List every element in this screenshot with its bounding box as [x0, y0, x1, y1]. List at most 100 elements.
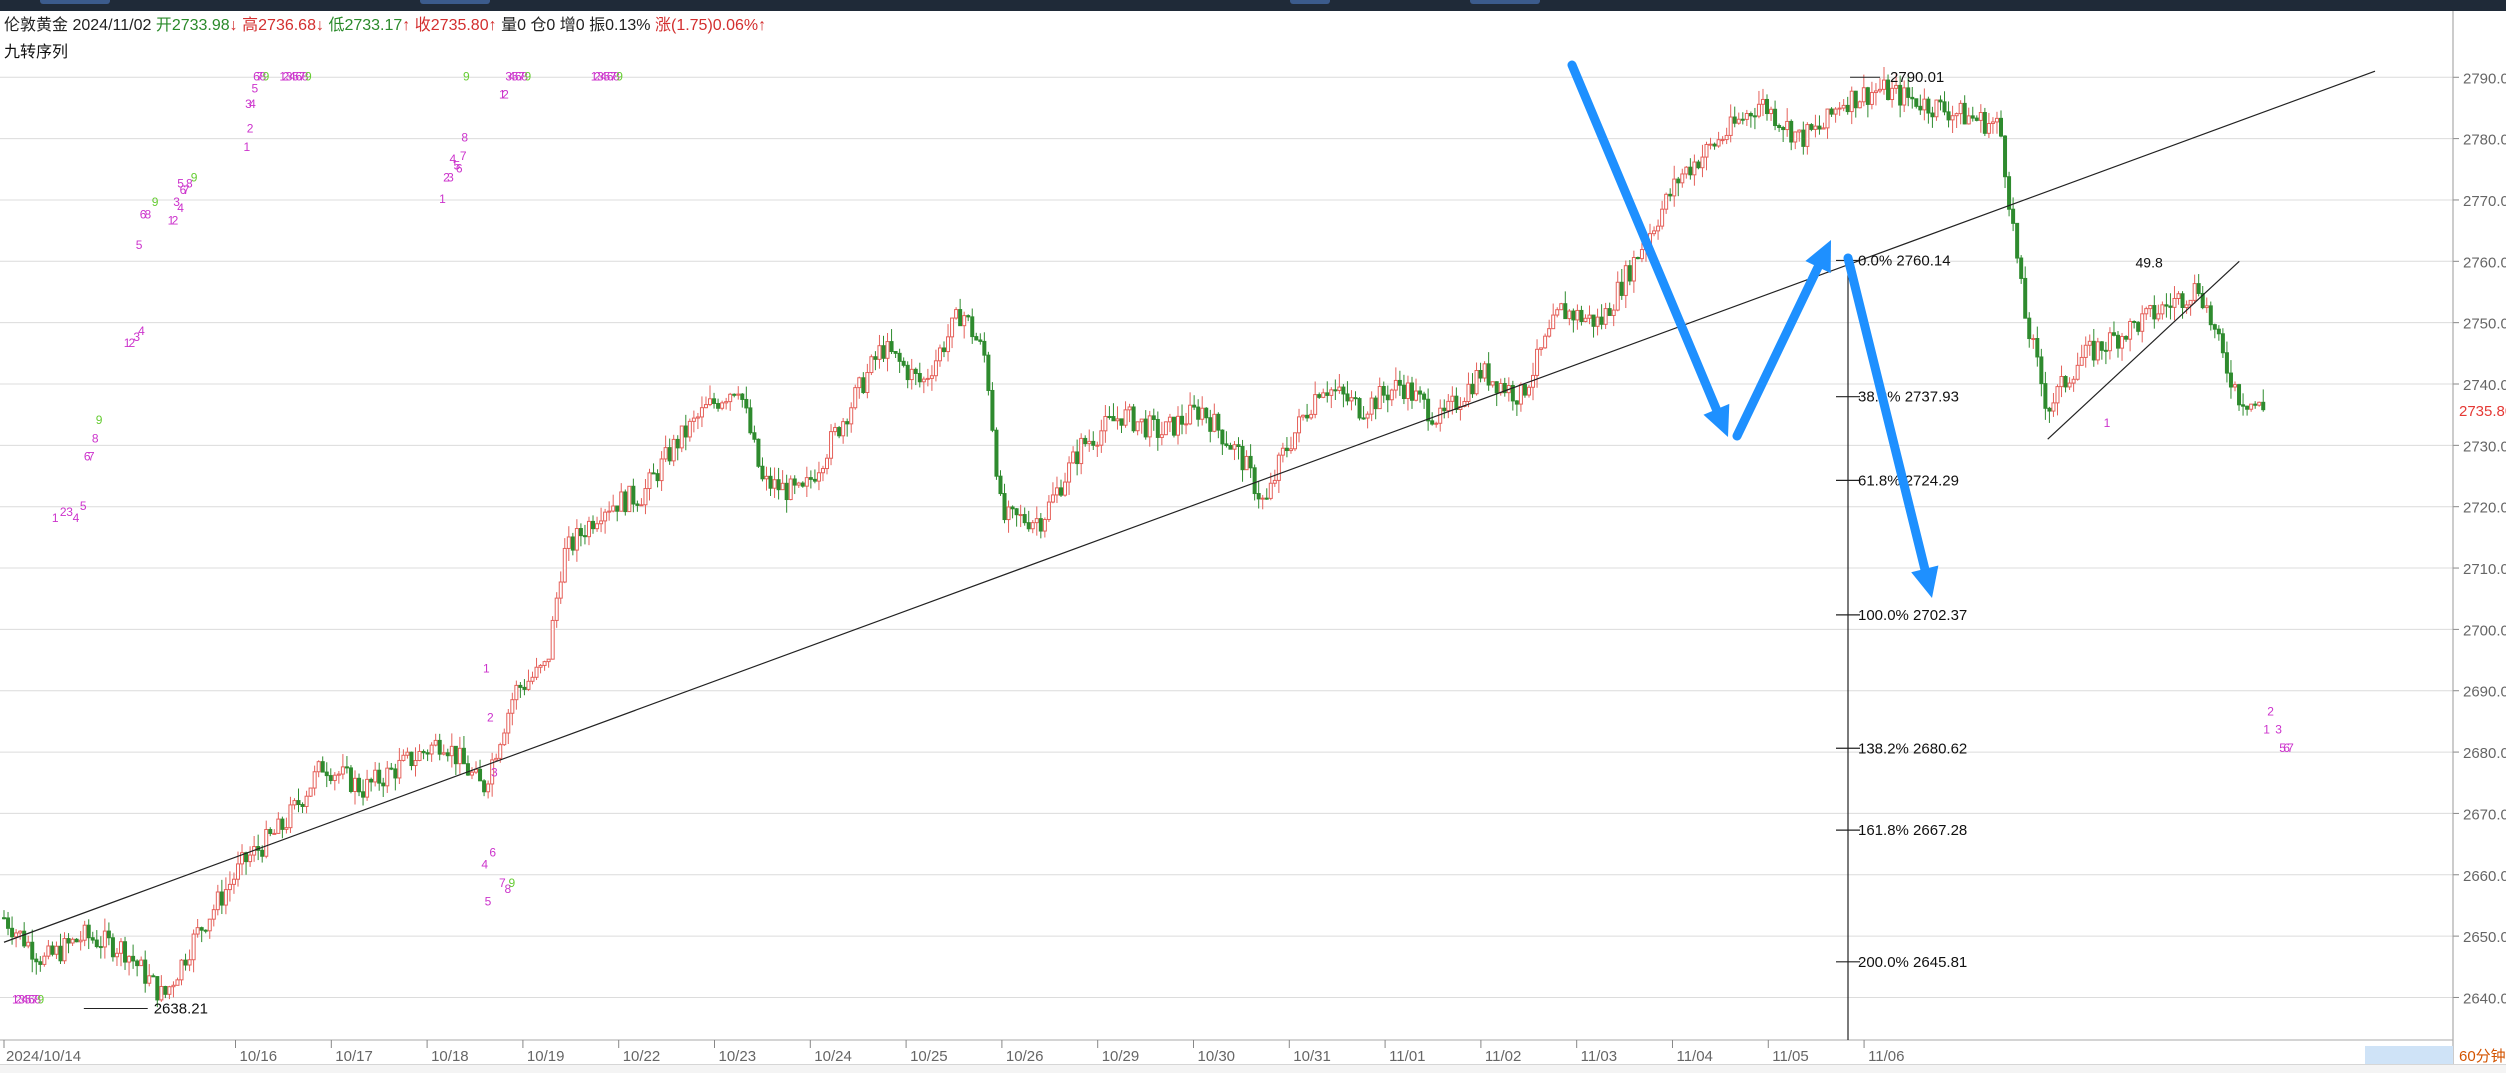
toolbar-tab[interactable]	[1290, 0, 1330, 4]
candle-body	[143, 959, 148, 984]
candle-body	[1389, 389, 1394, 401]
candle-body	[106, 930, 111, 939]
candle-body	[1954, 113, 1959, 117]
candle-body	[2019, 257, 2024, 279]
candle-body	[1087, 440, 1092, 445]
candle-body	[2124, 335, 2129, 340]
candle-body	[155, 976, 160, 1001]
close-arrow: ↑	[488, 17, 497, 34]
candle-body	[2156, 313, 2161, 320]
candle-body	[2051, 402, 2056, 412]
candle-body	[1422, 393, 1427, 400]
candle-body	[445, 752, 450, 757]
y-tick-label: 2790.00	[2463, 70, 2506, 87]
candle-body	[2176, 293, 2181, 299]
candle-body	[623, 491, 628, 513]
candle-body	[308, 787, 313, 797]
candle-body	[635, 503, 640, 506]
candle-body	[1188, 404, 1193, 425]
candle-body	[441, 752, 446, 755]
candle-body	[1208, 417, 1213, 432]
candle-body	[1760, 98, 1765, 105]
candle-body	[1720, 139, 1725, 142]
candle-body	[2136, 321, 2141, 332]
y-tick-label: 2770.00	[2463, 193, 2506, 210]
candle-body	[1167, 416, 1172, 423]
candle-body	[627, 485, 632, 513]
candle-body	[498, 744, 503, 759]
candlestick-chart[interactable]: 0.0% 2760.1438.2% 2737.9361.8% 2724.2910…	[0, 11, 2506, 1064]
candle-body	[615, 505, 620, 512]
candle-body	[889, 341, 894, 353]
x-tick-label: 10/26	[1006, 1048, 1044, 1064]
candle-body	[2188, 299, 2193, 306]
candle-body	[1793, 131, 1798, 143]
candle-body	[1773, 108, 1778, 127]
x-tick-label: 10/31	[1293, 1048, 1331, 1064]
candle-body	[2075, 364, 2080, 380]
td-sequence-number: 2	[172, 214, 179, 228]
candle-body	[1240, 445, 1245, 471]
x-tick-label: 10/25	[910, 1048, 948, 1064]
candle-body	[599, 520, 604, 525]
candle-body	[1555, 309, 1560, 316]
td-sequence-number: 7	[2287, 741, 2294, 755]
candle-body	[570, 536, 575, 551]
candle-body	[1639, 249, 1644, 260]
td-sequence-number: 8	[461, 131, 468, 145]
candle-body	[683, 425, 688, 438]
td-sequence-number: 9	[191, 171, 198, 185]
candle-body	[1329, 389, 1334, 396]
candle-body	[1869, 92, 1874, 105]
candle-body	[223, 889, 228, 906]
candle-body	[1676, 178, 1681, 184]
candle-body	[1474, 370, 1479, 395]
candle-body	[433, 739, 438, 746]
td-sequence-number: 4	[481, 858, 488, 872]
candle-body	[38, 961, 43, 965]
candle-body	[562, 547, 567, 583]
candle-body	[1821, 127, 1826, 130]
candle-body	[1765, 98, 1770, 115]
td-sequence-number: 1	[2104, 416, 2111, 430]
toolbar-tab[interactable]	[40, 0, 110, 4]
candle-body	[2261, 401, 2266, 411]
low-arrow: ↑	[402, 17, 411, 34]
high-price-label: 2790.01	[1890, 69, 1944, 86]
trendline[interactable]	[2047, 260, 2240, 440]
candle-body	[1244, 455, 1249, 471]
candle-body	[1631, 257, 1636, 282]
candle-body	[667, 447, 672, 462]
toolbar-tab[interactable]	[420, 0, 490, 4]
candle-body	[591, 520, 596, 530]
candle-body	[958, 309, 963, 327]
candle-body	[1309, 413, 1314, 419]
candle-body	[1563, 303, 1568, 320]
td-sequence-number: 9	[509, 876, 516, 890]
period-label[interactable]: 60分钟	[2459, 1048, 2506, 1064]
candle-body	[1341, 386, 1346, 395]
candle-body	[1301, 414, 1306, 418]
candle-body	[970, 316, 975, 338]
candle-body	[1805, 124, 1810, 147]
toolbar-tab[interactable]	[1470, 0, 1540, 4]
candle-body	[1450, 395, 1455, 402]
candle-body	[1369, 397, 1374, 415]
position-value: 仓0	[530, 17, 556, 34]
candle-body	[2164, 304, 2169, 307]
candle-body	[159, 985, 164, 1001]
candle-body	[1131, 406, 1136, 432]
candle-body	[373, 769, 378, 783]
candle-body	[1938, 99, 1943, 103]
candle-body	[518, 684, 523, 688]
candle-body	[1264, 497, 1269, 500]
candle-body	[437, 739, 442, 755]
candle-body	[1587, 314, 1592, 319]
candle-body	[469, 771, 474, 776]
candle-body	[1212, 413, 1217, 432]
candle-body	[744, 398, 749, 409]
candle-body	[2180, 293, 2185, 308]
candle-body	[1986, 123, 1991, 134]
candle-body	[1906, 87, 1911, 98]
td-sequence-number: 9	[152, 195, 159, 209]
